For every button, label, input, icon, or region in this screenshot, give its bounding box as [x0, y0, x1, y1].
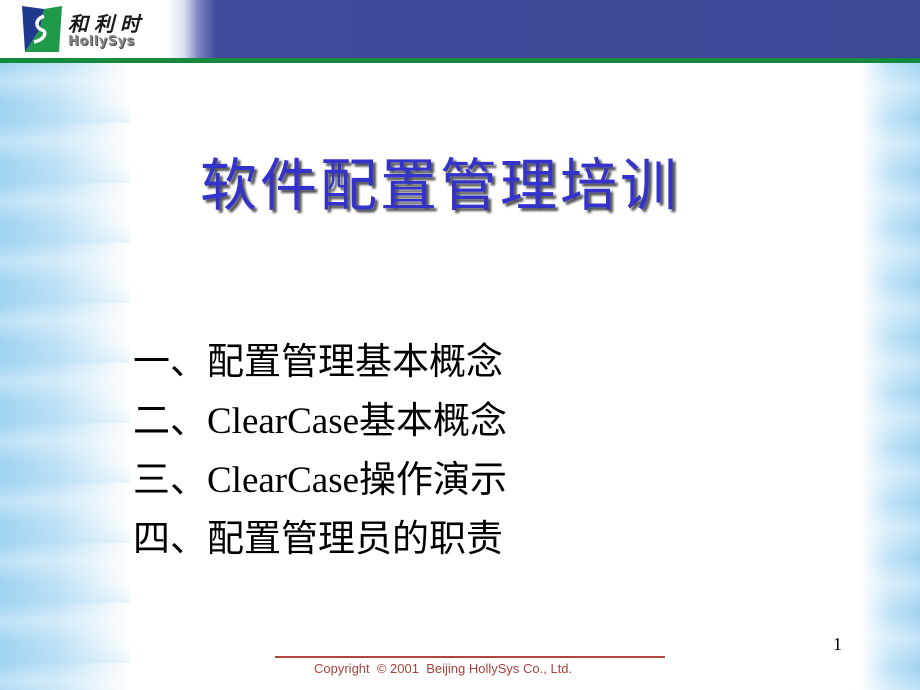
decorative-background-left [0, 63, 130, 690]
agenda-item: 一、配置管理基本概念 [133, 342, 503, 383]
footer-divider [275, 656, 665, 658]
decorative-background-right [860, 63, 920, 690]
header-divider [0, 58, 920, 63]
agenda-item: 四、配置管理员的职责 [133, 519, 503, 560]
agenda-list: 一、配置管理基本概念 二、ClearCase基本概念 三、ClearCase操作… [133, 333, 507, 569]
logo-chinese-text: 和利时 [68, 12, 146, 36]
agenda-item: 三、ClearCase操作演示 [133, 460, 508, 501]
page-number: 1 [833, 634, 842, 654]
slide-title: 软件配置管理培训 [200, 153, 680, 219]
hollysys-logo-icon [22, 6, 62, 52]
logo-english-text: HollySys [68, 34, 135, 49]
agenda-item: 二、ClearCase基本概念 [133, 401, 508, 442]
copyright-text: Copyright © 2001 Beijing HollySys Co., L… [314, 661, 573, 676]
